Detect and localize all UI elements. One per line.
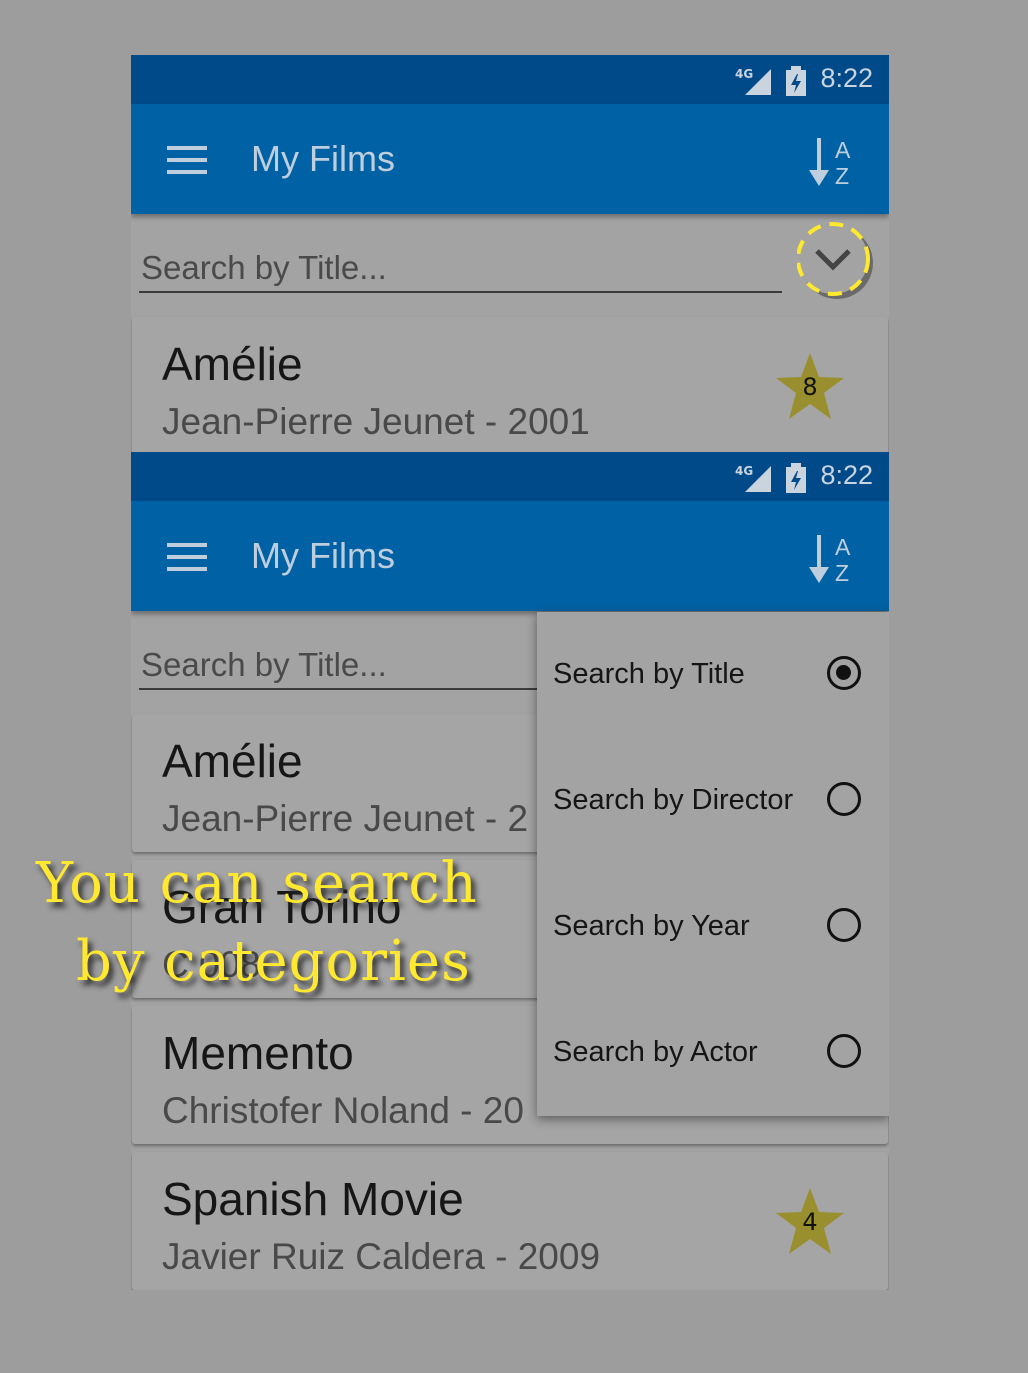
- menu-option-label: Search by Actor: [553, 1036, 758, 1068]
- status-bar: 4G 8:22: [131, 452, 889, 501]
- film-director-year: Jean-Pierre Jeunet - 2: [162, 798, 529, 839]
- status-bar: 4G 8:22: [131, 55, 889, 104]
- caption-line-1: You can search: [36, 851, 478, 916]
- rating-value: 8: [802, 373, 817, 401]
- film-title: Spanish Movie: [162, 1173, 464, 1225]
- svg-text:A: A: [835, 137, 851, 163]
- rating-star-icon: 8: [774, 351, 846, 423]
- sort-a-z-icon[interactable]: A Z: [809, 531, 857, 589]
- film-card[interactable]: Amélie Jean-Pierre Jeunet - 2001 8: [132, 317, 888, 452]
- svg-text:4G: 4G: [735, 67, 753, 81]
- sort-a-z-icon[interactable]: A Z: [809, 134, 857, 192]
- film-director-year: Christofer Noland - 20: [162, 1090, 524, 1131]
- svg-text:A: A: [835, 534, 851, 560]
- top-screen: 4G 8:22 My Films A Z Search by Title... …: [131, 55, 889, 452]
- search-placeholder: Search by Title...: [141, 249, 387, 286]
- search-category-dropdown[interactable]: [796, 221, 875, 299]
- app-title: My Films: [251, 535, 395, 576]
- rating-value: 4: [802, 1208, 817, 1236]
- menu-option-label: Search by Director: [553, 784, 794, 816]
- battery-icon: [785, 463, 807, 497]
- radio-selected-icon[interactable]: [827, 656, 861, 690]
- signal-4g-icon: 4G: [735, 67, 771, 99]
- clock-time: 8:22: [820, 63, 873, 93]
- caption-line-2: by categories: [76, 929, 471, 994]
- signal-4g-icon: 4G: [735, 464, 771, 496]
- search-input[interactable]: Search by Title...: [139, 245, 782, 293]
- menu-option-search-by-title[interactable]: Search by Title: [537, 612, 889, 738]
- tutorial-caption: You can search by categories: [36, 845, 556, 1001]
- svg-text:4G: 4G: [735, 464, 753, 478]
- rating-star-icon: 4: [774, 1186, 846, 1258]
- hamburger-menu-icon[interactable]: [167, 543, 207, 575]
- svg-text:Z: Z: [835, 163, 849, 188]
- clock-time: 8:22: [820, 460, 873, 490]
- app-bar: My Films A Z: [131, 104, 889, 214]
- film-director-year: Jean-Pierre Jeunet - 2001: [162, 401, 590, 442]
- radio-unselected-icon[interactable]: [827, 908, 861, 942]
- film-title: Memento: [162, 1027, 354, 1079]
- app-title: My Films: [251, 138, 395, 179]
- svg-text:Z: Z: [835, 560, 849, 585]
- film-card[interactable]: Spanish Movie Javier Ruiz Caldera - 2009…: [132, 1152, 888, 1290]
- battery-icon: [785, 66, 807, 100]
- menu-option-search-by-director[interactable]: Search by Director: [537, 738, 889, 864]
- search-category-menu: Search by Title Search by Director Searc…: [537, 612, 889, 1116]
- film-title: Amélie: [162, 338, 303, 390]
- app-bar: My Films A Z: [131, 501, 889, 611]
- menu-option-search-by-actor[interactable]: Search by Actor: [537, 990, 889, 1116]
- menu-option-label: Search by Title: [553, 658, 745, 690]
- radio-unselected-icon[interactable]: [827, 782, 861, 816]
- film-director-year: Javier Ruiz Caldera - 2009: [162, 1236, 601, 1277]
- radio-unselected-icon[interactable]: [827, 1034, 861, 1068]
- menu-option-search-by-year[interactable]: Search by Year: [537, 864, 889, 990]
- film-title: Amélie: [162, 735, 303, 787]
- search-placeholder: Search by Title...: [141, 646, 387, 683]
- hamburger-menu-icon[interactable]: [167, 146, 207, 178]
- menu-option-label: Search by Year: [553, 910, 750, 942]
